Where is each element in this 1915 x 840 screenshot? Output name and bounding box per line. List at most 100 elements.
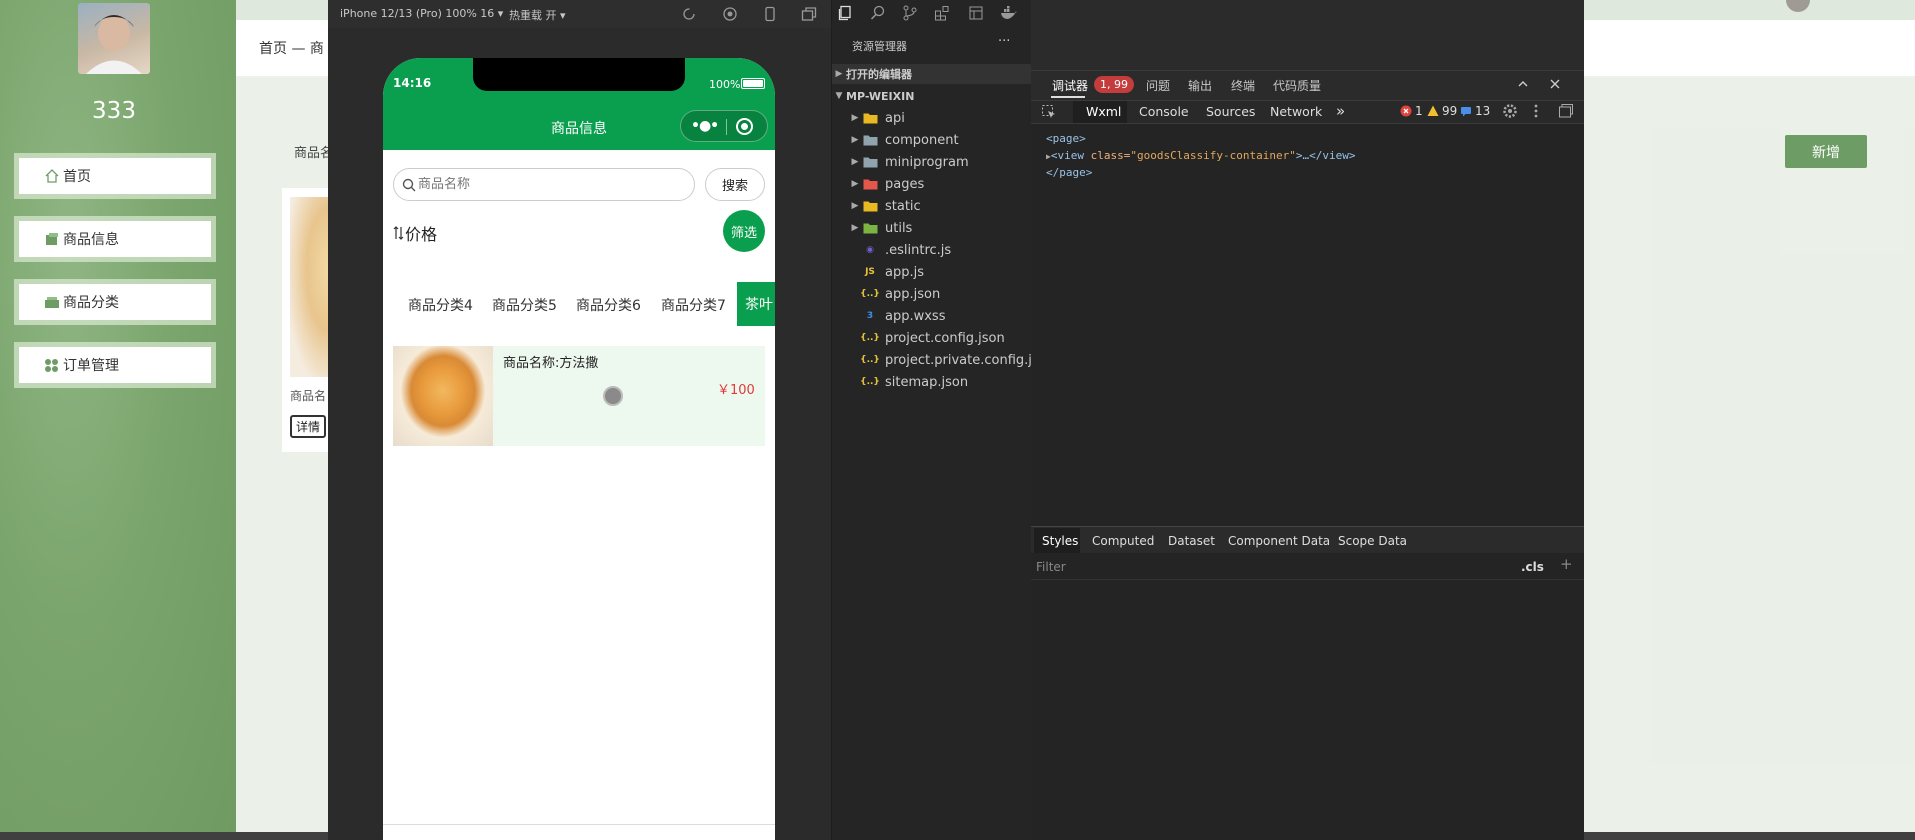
explorer-item-label: project.private.config.js... (885, 352, 1052, 368)
sidebar-item-category[interactable]: 商品分类 (14, 279, 216, 325)
more-actions-button[interactable]: ··· (998, 34, 1010, 49)
record-icon[interactable] (722, 6, 738, 22)
docker-icon[interactable] (1000, 5, 1018, 21)
tab-sources[interactable]: Sources (1206, 104, 1255, 119)
chevron-right-icon: ▶ (851, 157, 859, 167)
category-tab[interactable]: 商品分类7 (661, 295, 726, 315)
explorer-item-label: app.wxss (885, 308, 946, 324)
phone-icon[interactable] (762, 6, 778, 22)
explorer-folder[interactable]: ▶ api (832, 108, 1031, 128)
more-tabs-button[interactable]: » (1336, 102, 1345, 120)
utils-folder-icon (862, 221, 878, 235)
sidebar-item-orders[interactable]: 订单管理 (14, 342, 216, 388)
search-button[interactable]: 搜索 (705, 168, 765, 201)
tab-console[interactable]: Console (1139, 104, 1189, 119)
explorer-file[interactable]: 3 app.wxss (832, 306, 1031, 326)
source-control-icon[interactable] (902, 5, 918, 21)
project-header[interactable]: ▼ MP-WEIXIN (832, 86, 1031, 106)
tab-problems[interactable]: 问题 (1146, 77, 1170, 94)
tab-code-quality[interactable]: 代码质量 (1273, 77, 1321, 94)
category-tab[interactable]: 商品分类5 (492, 295, 557, 315)
explorer-file[interactable]: {..} project.config.json (832, 328, 1031, 348)
price-sort-toggle[interactable]: 价格 (393, 221, 437, 245)
status-time: 14:16 (393, 76, 432, 90)
warning-icon (1427, 105, 1439, 117)
chevron-right-icon: ▶ (851, 113, 859, 123)
xml-view-node[interactable]: ▶<view class="goodsClassify-container">…… (1046, 149, 1356, 162)
sort-label: 价格 (405, 225, 438, 244)
explorer-folder[interactable]: ▶ pages (832, 174, 1031, 194)
explorer-folder[interactable]: ▶ component (832, 130, 1031, 150)
open-editors-header[interactable]: ▶ 打开的编辑器 (832, 64, 1031, 84)
error-count[interactable]: 1 (1415, 104, 1423, 118)
dock-side-icon[interactable] (1558, 103, 1574, 119)
category-tab-active[interactable]: 茶叶 (737, 282, 775, 326)
chevron-right-icon: ▶ (851, 223, 859, 233)
more-dots-icon[interactable]: •●• (691, 118, 719, 134)
explorer-file[interactable]: {..} app.json (832, 284, 1031, 304)
explorer-folder[interactable]: ▶ static (832, 196, 1031, 216)
files-icon[interactable] (838, 5, 854, 21)
product-card-label: 商品名 (290, 389, 327, 403)
xml-page-close[interactable]: </page> (1046, 166, 1092, 179)
device-selector[interactable]: iPhone 12/13 (Pro) 100% 16 ▾ (340, 7, 503, 20)
explorer-folder[interactable]: ▶ miniprogram (832, 152, 1031, 172)
chevron-right-icon: ▶ (851, 135, 859, 145)
sidebar-item-goods[interactable]: 商品信息 (14, 216, 216, 262)
tab-dataset[interactable]: Dataset (1168, 534, 1215, 548)
info-count[interactable]: 13 (1475, 104, 1490, 118)
tab-scope-data[interactable]: Scope Data (1338, 534, 1407, 548)
detail-button[interactable]: 详情 (290, 415, 326, 438)
tab-computed[interactable]: Computed (1092, 534, 1154, 548)
info-icon (1460, 105, 1472, 117)
close-icon[interactable] (1549, 78, 1561, 90)
chevron-up-icon[interactable] (1517, 78, 1529, 90)
extensions-icon[interactable] (934, 5, 950, 21)
section-label: 打开的编辑器 (846, 68, 912, 81)
category-tab[interactable]: 商品分类6 (576, 295, 641, 315)
class-toggle-button[interactable]: .cls (1521, 560, 1544, 574)
close-miniprogram-icon[interactable] (736, 118, 753, 135)
miniprogram-capsule[interactable]: •●• (680, 110, 768, 142)
simulator-panel-icon[interactable] (968, 5, 984, 21)
detach-window-icon[interactable] (801, 6, 817, 22)
touch-cursor-indicator (603, 386, 623, 406)
category-tab[interactable]: 商品分类4 (408, 295, 473, 315)
search-icon (402, 178, 416, 192)
warning-count[interactable]: 99 (1442, 104, 1457, 118)
filter-button[interactable]: 筛选 (723, 210, 765, 252)
tab-network[interactable]: Network (1270, 104, 1322, 119)
search-input[interactable] (418, 177, 668, 192)
search-icon[interactable] (870, 5, 886, 21)
hot-reload-toggle[interactable]: 热重载 开 ▾ (509, 7, 566, 23)
explorer-file[interactable]: {..} sitemap.json (832, 372, 1031, 392)
styles-filter-input[interactable] (1036, 560, 1506, 574)
project-label: MP-WEIXIN (846, 89, 915, 103)
add-style-rule-button[interactable]: + (1560, 555, 1573, 573)
admin-sidebar (0, 0, 236, 840)
explorer-file[interactable]: {..} project.private.config.js... (832, 350, 1051, 370)
explorer-item-label: sitemap.json (885, 374, 969, 390)
gear-icon[interactable] (1502, 103, 1518, 119)
tab-component-data[interactable]: Component Data (1228, 534, 1330, 548)
debugger-top (1031, 0, 1584, 70)
tab-wxml[interactable]: Wxml (1086, 104, 1121, 119)
tab-terminal[interactable]: 终端 (1231, 77, 1255, 94)
product-list-item[interactable]: 商品名称:方法撒 ￥100 (393, 346, 765, 446)
explorer-folder[interactable]: ▶ utils (832, 218, 1031, 238)
product-price: ￥100 (717, 383, 755, 398)
tab-debugger[interactable]: 调试器 (1052, 77, 1088, 94)
add-button[interactable]: 新增 (1785, 135, 1867, 168)
chevron-right-icon: ▶ (851, 179, 859, 189)
kebab-menu-icon[interactable] (1532, 103, 1540, 119)
xml-page-open[interactable]: <page> (1046, 132, 1086, 145)
sidebar-item-home[interactable]: 首页 (14, 153, 216, 199)
tab-styles[interactable]: Styles (1042, 534, 1078, 548)
explorer-file[interactable]: JS app.js (832, 262, 1031, 282)
wxml-tree: <page> ▶<view class="goodsClassify-conta… (1031, 124, 1584, 502)
explorer-file[interactable]: ◉ .eslintrc.js (832, 240, 1031, 260)
tab-output[interactable]: 输出 (1188, 77, 1212, 94)
refresh-icon[interactable] (681, 6, 697, 22)
search-field[interactable] (393, 168, 695, 201)
inspect-element-icon[interactable] (1041, 104, 1057, 120)
